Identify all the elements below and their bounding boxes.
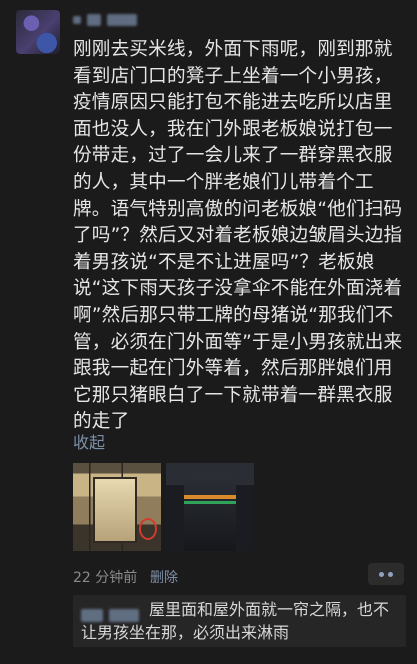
more-dot-icon [379,571,384,577]
username-blur-1 [73,16,81,24]
red-circle-mark [139,518,157,540]
jacket-stripe-2 [184,501,236,504]
comment-text: 屋里面和屋外面就一帘之隔，也不让男孩坐在那，必须出来淋雨 [81,600,390,642]
more-options-button[interactable] [368,563,404,585]
black-jacket-photo[interactable] [166,463,254,551]
post-time: 22 分钟前 [73,570,138,586]
username-blur-2 [87,14,101,26]
post-text: 刚刚去买米线，外面下雨呢，刚到那就看到店门口的凳子上坐着一个小男孩，疫情原因只能… [73,39,403,433]
collapse-link[interactable]: 收起 [73,429,105,453]
jacket-stripe [184,495,236,499]
storefront-door [93,477,137,543]
username-blurred[interactable] [73,12,153,28]
username-blur-3 [107,14,137,26]
jacket-shape [184,473,236,551]
storefront-photo[interactable] [73,463,161,551]
avatar[interactable] [16,10,60,54]
comment-box: 屋里面和屋外面就一帘之隔，也不让男孩坐在那，必须出来淋雨 [73,595,406,647]
more-dot-icon [388,571,393,577]
delete-link[interactable]: 删除 [150,567,178,587]
